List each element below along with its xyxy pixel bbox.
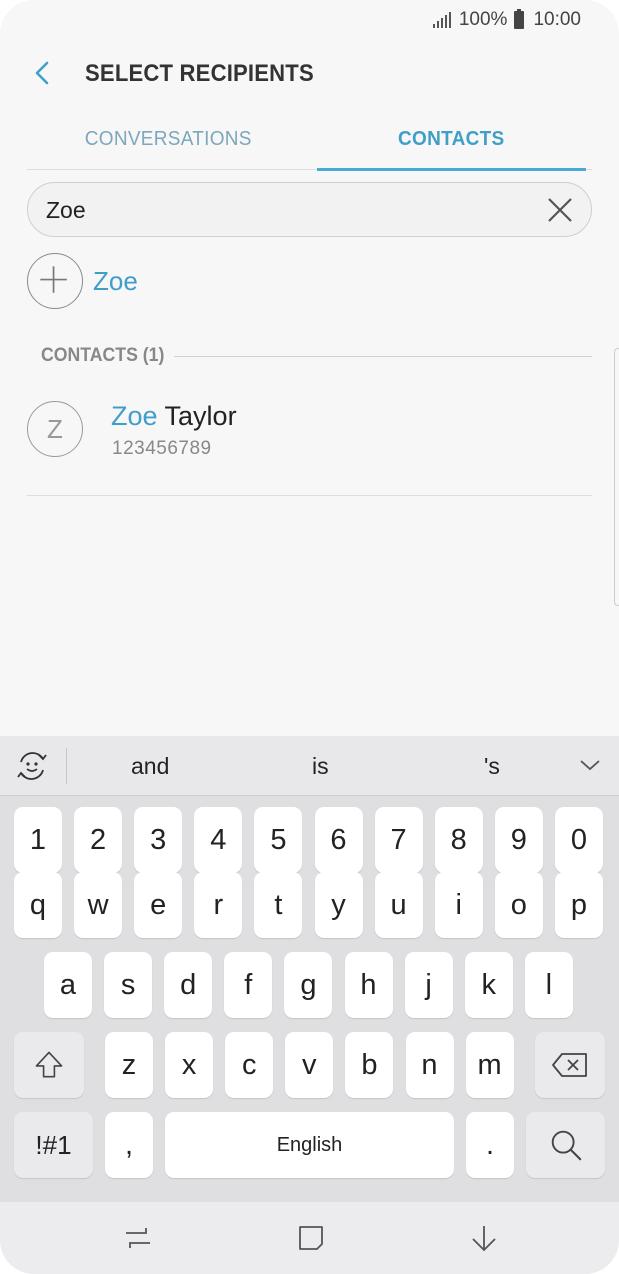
contact-row[interactable]: Z Zoe Taylor 123456789	[27, 398, 592, 496]
letter-key[interactable]: a	[44, 952, 92, 1018]
suggestion-3[interactable]: 's	[484, 753, 500, 780]
tab-conversations[interactable]: CONVERSATIONS	[34, 118, 302, 169]
letter-key[interactable]: v	[285, 1032, 334, 1098]
suggestion-divider	[66, 748, 67, 784]
number-key[interactable]: 9	[494, 807, 543, 873]
number-key[interactable]: 4	[194, 807, 243, 873]
letter-key[interactable]: n	[405, 1032, 454, 1098]
home-icon[interactable]	[295, 1222, 327, 1254]
back-nav-icon[interactable]	[468, 1222, 500, 1254]
symbols-key[interactable]: !#1	[14, 1112, 93, 1178]
tab-bar: CONVERSATIONS CONTACTS	[27, 118, 592, 171]
search-box	[27, 182, 592, 237]
shift-key[interactable]	[14, 1032, 84, 1098]
page-title: SELECT RECIPIENTS	[85, 60, 314, 87]
keyboard: and is 's 1234567890 qwertyuiop asdfghjk…	[0, 736, 619, 1202]
letter-key[interactable]: x	[165, 1032, 214, 1098]
back-arrow-icon[interactable]	[28, 58, 58, 88]
number-key[interactable]: 3	[134, 807, 183, 873]
avatar: Z	[27, 401, 83, 457]
contact-name-rest: Taylor	[157, 401, 237, 431]
navigation-bar	[0, 1202, 619, 1274]
letter-key[interactable]: l	[524, 952, 573, 1018]
suggestion-1[interactable]: and	[131, 753, 169, 780]
contact-phone: 123456789	[112, 438, 212, 459]
period-key[interactable]: .	[466, 1112, 514, 1178]
letter-key[interactable]: d	[164, 952, 213, 1018]
shift-icon	[35, 1051, 63, 1078]
search-key[interactable]	[526, 1112, 605, 1178]
number-key[interactable]: 8	[434, 807, 483, 873]
letter-key[interactable]: k	[464, 952, 513, 1018]
clock: 10:00	[533, 9, 581, 30]
add-recipient-button[interactable]: Zoe	[27, 253, 138, 309]
letter-key[interactable]: y	[314, 872, 363, 938]
letter-key[interactable]: c	[225, 1032, 274, 1098]
add-recipient-label: Zoe	[93, 265, 138, 296]
letter-key[interactable]: h	[344, 952, 393, 1018]
letter-key[interactable]: p	[554, 872, 603, 938]
letter-key[interactable]: e	[134, 872, 183, 938]
letter-key[interactable]: t	[254, 872, 303, 938]
plus-icon	[27, 253, 83, 309]
chevron-down-icon[interactable]	[579, 756, 601, 774]
emoji-icon[interactable]	[15, 749, 49, 783]
number-key[interactable]: 0	[554, 807, 603, 873]
space-key[interactable]: English	[165, 1112, 454, 1178]
letter-key[interactable]: g	[284, 952, 333, 1018]
app-header: SELECT RECIPIENTS	[0, 52, 619, 96]
letter-key[interactable]: q	[14, 872, 62, 938]
battery-percent: 100%	[458, 9, 508, 30]
letter-key[interactable]: b	[345, 1032, 394, 1098]
letter-key[interactable]: s	[104, 952, 153, 1018]
screen: 100% 10:00 SELECT RECIPIENTS CONVERSATIO…	[0, 0, 619, 1274]
letter-key[interactable]: u	[374, 872, 423, 938]
suggestion-bar: and is 's	[0, 736, 619, 796]
signal-icon	[432, 12, 451, 28]
letter-key[interactable]: j	[404, 952, 453, 1018]
search-icon	[551, 1130, 581, 1161]
suggestion-2[interactable]: is	[312, 753, 329, 780]
battery-icon	[514, 9, 525, 29]
contact-name: Zoe Taylor	[111, 401, 237, 432]
number-key[interactable]: 6	[314, 807, 363, 873]
close-icon[interactable]	[545, 195, 575, 225]
number-key[interactable]: 7	[374, 807, 423, 873]
contacts-section-header: CONTACTS (1)	[41, 343, 592, 369]
letter-key[interactable]: i	[434, 872, 483, 938]
backspace-key[interactable]	[535, 1032, 605, 1098]
tab-contacts[interactable]: CONTACTS	[316, 118, 585, 171]
section-label: CONTACTS (1)	[41, 345, 165, 366]
letter-key[interactable]: w	[74, 872, 123, 938]
letter-key[interactable]: f	[224, 952, 273, 1018]
letter-key[interactable]: z	[105, 1032, 153, 1098]
number-key[interactable]: 5	[254, 807, 303, 873]
number-key[interactable]: 2	[74, 807, 123, 873]
status-bar: 100% 10:00	[0, 0, 619, 40]
letter-key[interactable]: o	[494, 872, 543, 938]
letter-key[interactable]: m	[465, 1032, 514, 1098]
recent-apps-icon[interactable]	[122, 1222, 154, 1254]
letter-key[interactable]: r	[194, 872, 243, 938]
backspace-icon	[552, 1053, 587, 1077]
number-key[interactable]: 1	[14, 807, 62, 873]
contact-name-match: Zoe	[111, 401, 158, 431]
scrollbar[interactable]	[614, 348, 619, 606]
comma-key[interactable]: ,	[105, 1112, 153, 1178]
divider	[173, 355, 592, 357]
search-input[interactable]	[46, 191, 526, 229]
